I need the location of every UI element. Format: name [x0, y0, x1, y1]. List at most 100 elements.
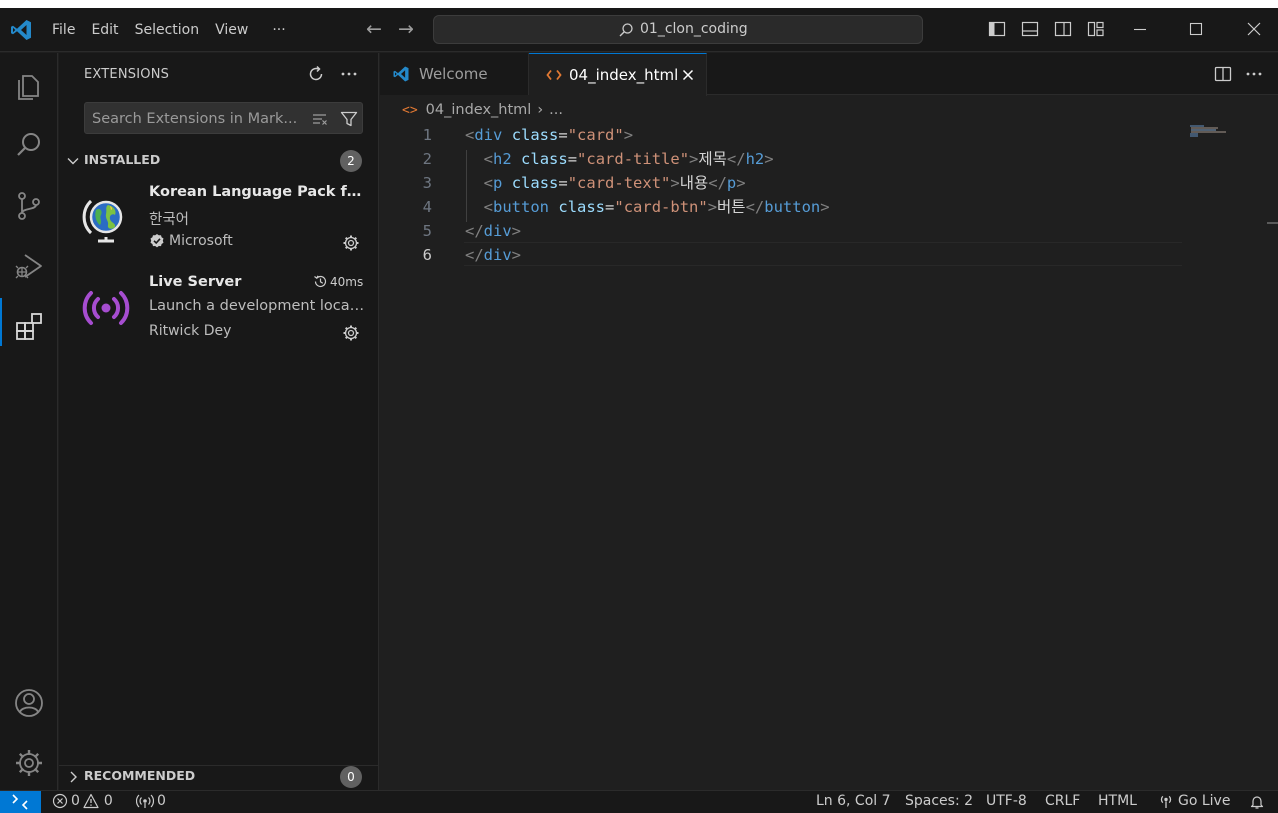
code-line[interactable]: 5 </div>: [380, 219, 1180, 243]
activity-source-control[interactable]: [0, 178, 58, 226]
refresh-icon[interactable]: [306, 64, 326, 84]
extension-name: Live Server: [149, 274, 242, 290]
code-line[interactable]: 6 </div>: [380, 243, 1180, 267]
indentation[interactable]: Spaces: 2: [905, 793, 973, 809]
breadcrumb: <> 04_index_html › ...: [402, 100, 563, 120]
problems-indicator[interactable]: 0 0: [52, 793, 113, 809]
run-debug-icon: [15, 254, 42, 279]
toggle-panel-icon[interactable]: [1021, 20, 1039, 38]
activity-accounts[interactable]: [0, 675, 58, 723]
menu-selection[interactable]: Selection: [127, 22, 208, 38]
line-number: 6: [422, 246, 432, 264]
code-line[interactable]: 3 <p class="card-text">내용</p>: [380, 171, 1180, 195]
installed-label: INSTALLED: [84, 152, 161, 167]
activation-time-value: 40ms: [330, 274, 364, 289]
go-live-button[interactable]: Go Live: [1158, 793, 1230, 809]
extension-description: 한국어: [149, 212, 190, 228]
activity-explorer[interactable]: [0, 58, 58, 106]
end-of-line[interactable]: CRLF: [1045, 793, 1080, 809]
extension-publisher[interactable]: Ritwick Dey: [149, 323, 231, 339]
extension-item-korean-pack[interactable]: Korean Language Pack for... 한국어 Microsof…: [59, 181, 378, 269]
tab-welcome[interactable]: Welcome: [380, 53, 529, 95]
menu-edit[interactable]: Edit: [83, 22, 126, 38]
activity-extensions[interactable]: [0, 298, 58, 346]
editor-more-actions-icon[interactable]: [1245, 65, 1263, 83]
line-source: <button class="card-btn">버튼</button>: [483, 198, 830, 216]
publisher-name: Ritwick Dey: [149, 323, 232, 339]
remote-icon: [12, 794, 28, 810]
maximize-icon[interactable]: [1185, 18, 1207, 40]
toggle-secondary-sidebar-icon[interactable]: [1054, 20, 1072, 38]
extensions-search-box[interactable]: [84, 102, 363, 134]
tab-label: Welcome: [419, 65, 488, 83]
tab-bar: Welcome 04_index_html: [380, 53, 1278, 96]
activity-run-debug[interactable]: [0, 238, 58, 286]
line-source: <div class="card">: [465, 126, 634, 144]
menu-view[interactable]: View: [207, 22, 256, 38]
line-source: <p class="card-text">내용</p>: [483, 174, 746, 192]
menu-more[interactable]: ···: [256, 22, 293, 38]
minimap[interactable]: [1188, 123, 1236, 143]
cursor-position[interactable]: Ln 6, Col 7: [816, 793, 891, 809]
extensions-search-input[interactable]: [92, 109, 297, 129]
window-top-edge: [0, 0, 1278, 8]
activity-search[interactable]: [0, 118, 58, 166]
menu-file[interactable]: File: [44, 22, 83, 38]
warning-count: 0: [103, 793, 113, 809]
publisher-name: Microsoft: [169, 233, 233, 249]
clear-filter-icon[interactable]: [311, 110, 329, 128]
warning-icon: [83, 793, 99, 809]
command-center-label: 01_clon_coding: [640, 21, 748, 37]
tab-04-index-html[interactable]: 04_index_html: [529, 53, 707, 96]
ports-indicator[interactable]: 0: [136, 793, 166, 809]
error-count: 0: [71, 793, 80, 809]
go-live-label: Go Live: [1178, 793, 1231, 809]
forward-arrow-icon[interactable]: →: [395, 18, 417, 40]
code-line[interactable]: 2 <h2 class="card-title">제목</h2>: [380, 147, 1180, 171]
source-control-icon: [18, 192, 40, 220]
verified-badge-icon: [150, 234, 164, 248]
toggle-primary-sidebar-icon[interactable]: [988, 20, 1006, 38]
customize-layout-icon[interactable]: [1087, 20, 1105, 38]
html-file-icon: [546, 69, 562, 81]
extension-publisher[interactable]: Microsoft: [149, 233, 233, 249]
scrollbar-cursor-marker: [1267, 222, 1278, 224]
command-center[interactable]: 01_clon_coding: [433, 15, 923, 44]
notifications-bell-icon[interactable]: [1249, 794, 1265, 810]
back-arrow-icon[interactable]: ←: [363, 18, 385, 40]
extension-description: Launch a development local...: [149, 298, 365, 314]
vscode-logo-icon: [11, 20, 31, 40]
error-icon: [52, 793, 68, 809]
language-mode[interactable]: HTML: [1098, 793, 1137, 809]
manage-gear-icon[interactable]: [342, 234, 360, 252]
close-tab-icon[interactable]: [680, 67, 696, 83]
more-actions-icon[interactable]: [339, 64, 359, 84]
broadcast-icon: [1160, 795, 1172, 808]
files-icon: [18, 75, 39, 100]
filter-icon[interactable]: [340, 110, 358, 128]
minimize-icon[interactable]: [1129, 18, 1151, 40]
code-line[interactable]: 1 <div class="card">: [380, 123, 1180, 147]
remote-indicator[interactable]: [0, 791, 41, 813]
ports-count: 0: [157, 793, 166, 809]
status-bar: 0 0 0 Ln 6, Col 7 Spaces: 2 UTF-8 CRLF H…: [0, 790, 1278, 813]
activity-manage[interactable]: [0, 735, 58, 783]
breadcrumb-more[interactable]: ...: [549, 102, 563, 118]
breadcrumb-file[interactable]: 04_index_html: [426, 102, 532, 118]
html-file-icon: <>: [402, 102, 418, 118]
line-number: 3: [422, 174, 432, 192]
extensions-icon: [16, 313, 42, 340]
code-line[interactable]: 4 <button class="card-btn">버튼</button>: [380, 195, 1180, 219]
close-window-icon[interactable]: [1243, 18, 1265, 40]
line-source: <h2 class="card-title">제목</h2>: [483, 150, 774, 168]
split-editor-icon[interactable]: [1214, 65, 1232, 83]
extension-item-live-server[interactable]: Live Server 40ms Launch a development lo…: [59, 271, 378, 359]
installed-section-header[interactable]: INSTALLED 2: [59, 150, 378, 172]
installed-count-badge: 2: [340, 150, 362, 172]
line-number: 4: [422, 198, 432, 216]
extension-name: Korean Language Pack for...: [149, 184, 365, 200]
manage-gear-icon[interactable]: [342, 324, 360, 342]
recommended-count-badge: 0: [340, 766, 362, 788]
recommended-section-header[interactable]: RECOMMENDED 0: [59, 765, 378, 788]
encoding[interactable]: UTF-8: [986, 793, 1027, 809]
